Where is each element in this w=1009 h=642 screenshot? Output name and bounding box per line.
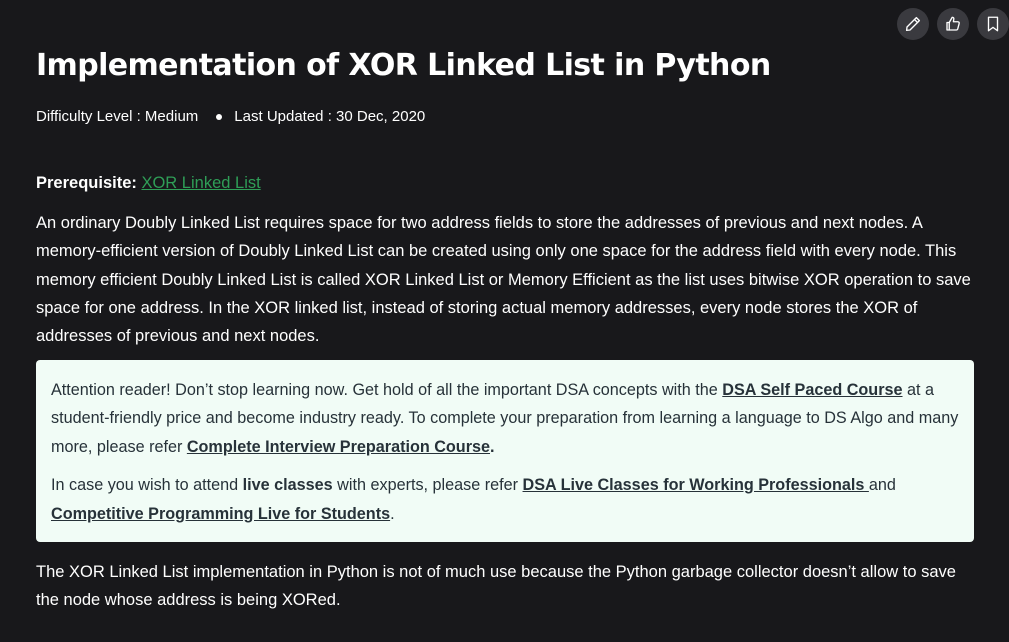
callout-text: and xyxy=(868,476,896,495)
callout-text: . xyxy=(390,504,395,523)
bookmark-icon xyxy=(987,16,999,32)
callout-text: . xyxy=(490,437,495,456)
intro-paragraph: An ordinary Doubly Linked List requires … xyxy=(36,214,971,346)
prerequisite-link[interactable]: XOR Linked List xyxy=(141,174,260,192)
article-meta: Difficulty Level : Medium Last Updated :… xyxy=(36,108,425,125)
thumbs-up-icon xyxy=(946,16,960,31)
competitive-programming-live-link[interactable]: Competitive Programming Live for Student… xyxy=(51,505,390,523)
python-paragraph: The XOR Linked List implementation in Py… xyxy=(36,563,956,610)
difficulty-level: Difficulty Level : Medium xyxy=(36,108,199,125)
like-button[interactable] xyxy=(937,8,969,40)
article-page: Implementation of XOR Linked List in Pyt… xyxy=(0,0,1009,642)
interview-preparation-course-link[interactable]: Complete Interview Preparation Course xyxy=(187,438,490,456)
article-title: Implementation of XOR Linked List in Pyt… xyxy=(36,48,771,83)
callout-paragraph-2: In case you wish to attend live classes … xyxy=(51,471,959,528)
edit-button[interactable] xyxy=(897,8,929,40)
prerequisite-label: Prerequisite: xyxy=(36,174,137,192)
meta-separator-dot xyxy=(216,113,223,120)
callout-text: Attention reader! Don’t stop learning no… xyxy=(51,381,723,399)
callout-text: with experts, please refer xyxy=(332,476,523,495)
prerequisite: Prerequisite: XOR Linked List xyxy=(36,174,261,193)
live-classes-text: live classes xyxy=(242,476,333,495)
pencil-icon xyxy=(905,16,921,32)
dsa-live-classes-link[interactable]: DSA Live Classes for Working Professiona… xyxy=(523,476,869,494)
callout-paragraph-1: Attention reader! Don’t stop learning no… xyxy=(51,376,959,461)
attention-callout: Attention reader! Don’t stop learning no… xyxy=(36,360,974,542)
last-updated: Last Updated : 30 Dec, 2020 xyxy=(234,108,426,125)
article-actions xyxy=(897,8,1009,40)
bookmark-button[interactable] xyxy=(977,8,1009,40)
callout-text: In case you wish to attend xyxy=(51,476,243,495)
dsa-self-paced-course-link[interactable]: DSA Self Paced Course xyxy=(722,381,902,399)
